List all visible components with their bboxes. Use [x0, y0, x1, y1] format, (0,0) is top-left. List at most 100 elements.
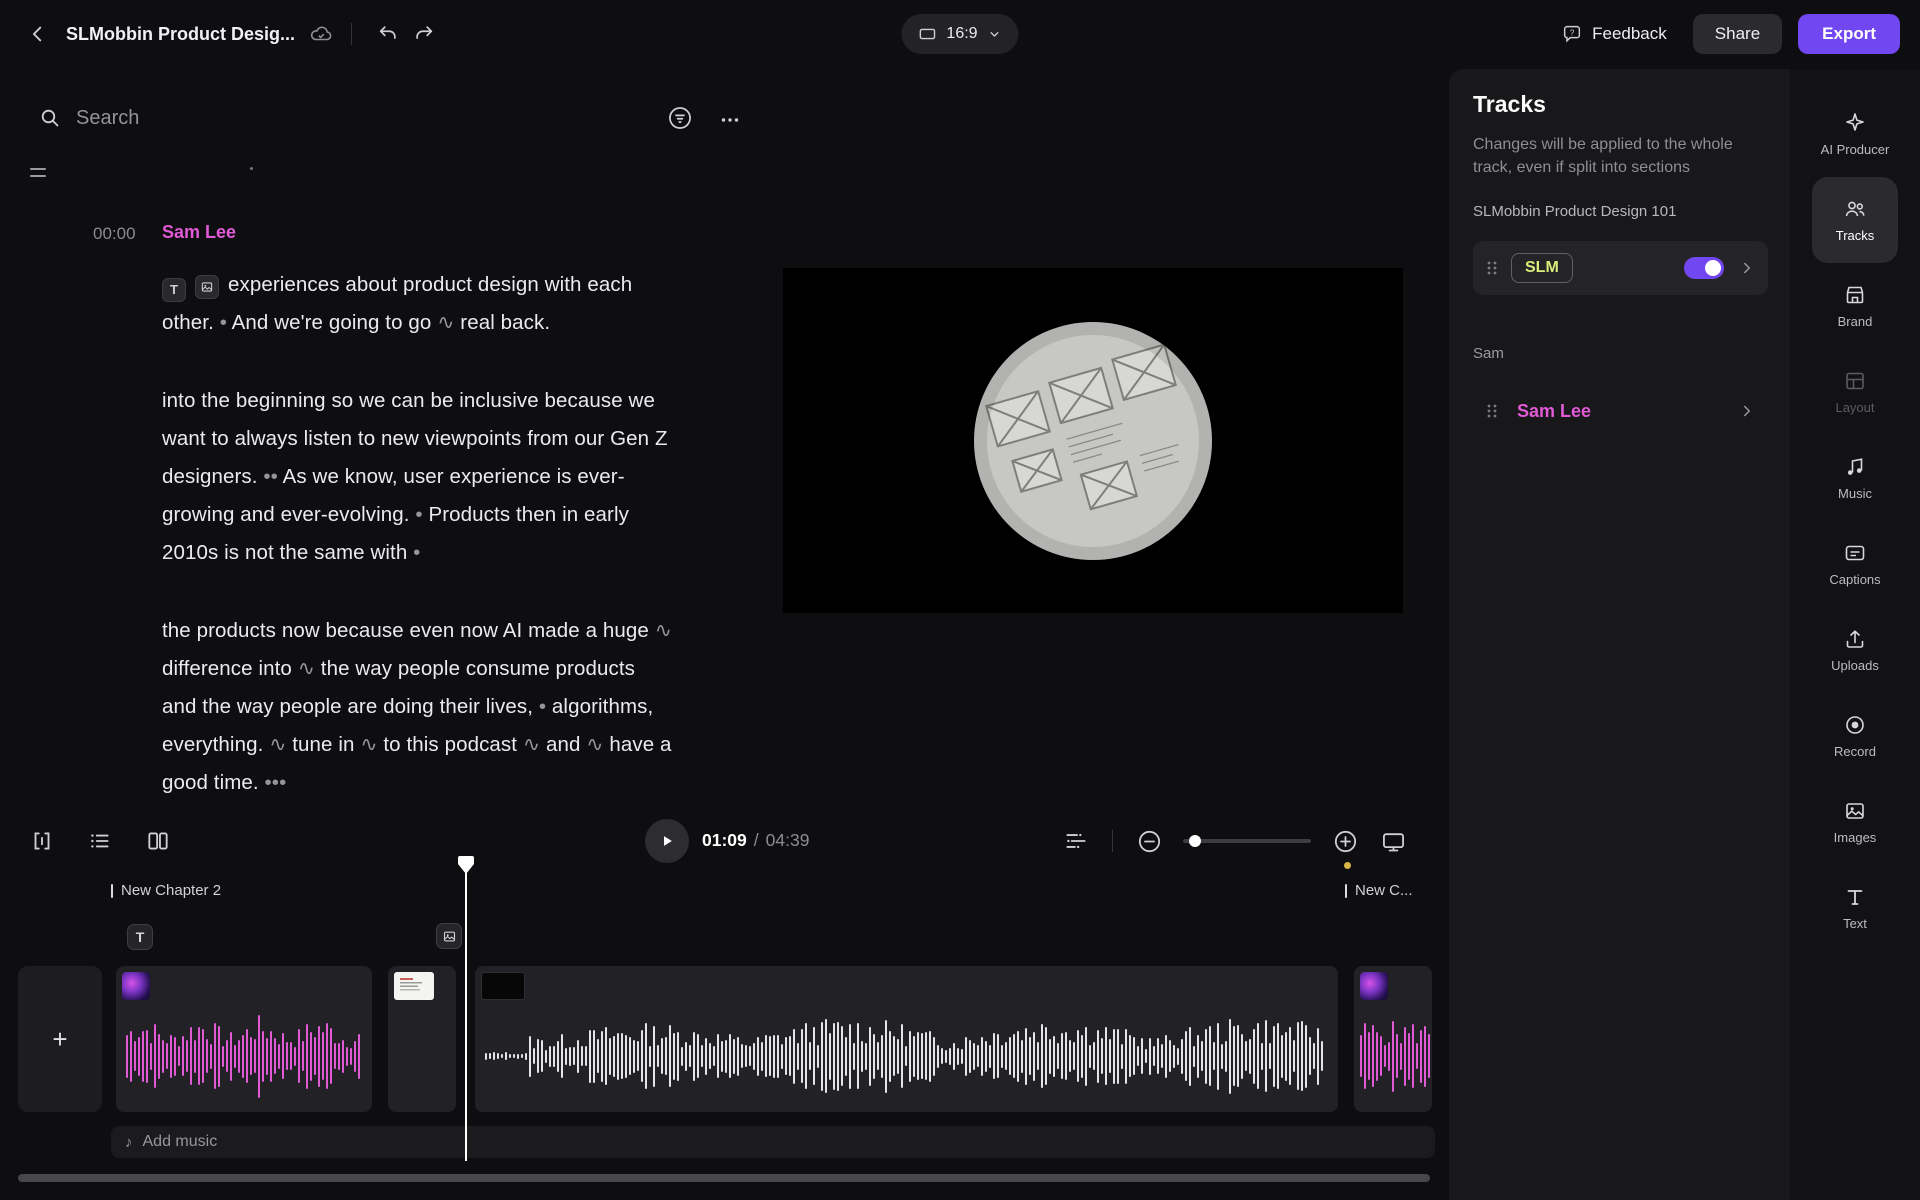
- waveform-magenta: [126, 1014, 362, 1098]
- waveform-light: [485, 1014, 1328, 1098]
- transcript-editor[interactable]: 00:00 Sam Lee Texperiences about product…: [162, 222, 674, 842]
- preview-fullscreen-button[interactable]: [1379, 827, 1407, 855]
- brand-icon: [1843, 283, 1867, 307]
- timeline-clip-main[interactable]: [475, 966, 1338, 1112]
- top-right-actions: ? Feedback Share Export: [1551, 14, 1900, 54]
- sidebar-item-music[interactable]: Music: [1812, 435, 1898, 521]
- track-group-label: SLMobbin Product Design 101: [1473, 203, 1676, 220]
- redo-button[interactable]: [406, 16, 442, 52]
- image-overlay-chip[interactable]: [436, 923, 462, 949]
- sidebar-item-label: Uploads: [1831, 658, 1879, 673]
- timeline-clip-slide[interactable]: [388, 966, 456, 1112]
- track-layers-button[interactable]: [1062, 827, 1090, 855]
- text-overlay-chip[interactable]: T: [127, 924, 153, 950]
- text-card-icon[interactable]: T: [162, 278, 186, 302]
- sidebar-item-uploads[interactable]: Uploads: [1812, 607, 1898, 693]
- people-icon: [1843, 197, 1867, 221]
- sidebar-item-label: Brand: [1838, 314, 1873, 329]
- clip-thumbnail: [394, 972, 434, 1000]
- back-button[interactable]: [20, 16, 56, 52]
- sidebar-item-images[interactable]: Images: [1812, 779, 1898, 865]
- top-bar: SLMobbin Product Desig... 16:9 ? Feedbac…: [0, 0, 1920, 68]
- clip-list-button[interactable]: [86, 827, 114, 855]
- paragraph-handle-icon[interactable]: [30, 168, 46, 182]
- text-icon: [1843, 885, 1867, 909]
- video-preview[interactable]: [783, 268, 1403, 613]
- chapter-marker-right[interactable]: New C...: [1345, 882, 1430, 899]
- sidebar-item-label: Text: [1843, 916, 1867, 931]
- undo-button[interactable]: [370, 16, 406, 52]
- timeline-clip-outro[interactable]: [1354, 966, 1432, 1112]
- chapter-marker-left[interactable]: New Chapter 2: [111, 882, 221, 899]
- waveform-magenta: [1360, 1014, 1432, 1098]
- track-enabled-toggle[interactable]: [1684, 257, 1724, 279]
- feedback-button[interactable]: ? Feedback: [1551, 14, 1677, 54]
- drag-handle-icon[interactable]: [1485, 403, 1499, 419]
- aspect-ratio-selector[interactable]: 16:9: [901, 14, 1018, 54]
- transcript-paragraphs: Texperiences about product design with e…: [162, 266, 674, 802]
- chapter-tick: [1345, 884, 1347, 898]
- time-separator: /: [754, 830, 759, 850]
- filter-icon[interactable]: [666, 104, 694, 132]
- sidebar-item-captions[interactable]: Captions: [1812, 521, 1898, 607]
- sidebar-item-brand[interactable]: Brand: [1812, 263, 1898, 349]
- speaker-name[interactable]: Sam Lee: [162, 222, 236, 242]
- track-row-sam-lee[interactable]: Sam Lee: [1473, 389, 1768, 433]
- transcript-paragraph[interactable]: the products now because even now AI mad…: [162, 612, 674, 802]
- sidebar-item-label: Record: [1834, 744, 1876, 759]
- plus-circle-icon: [1332, 828, 1359, 855]
- track-row-slm[interactable]: SLM: [1473, 241, 1768, 295]
- redo-icon: [413, 23, 435, 45]
- zoom-out-button[interactable]: [1135, 827, 1163, 855]
- music-icon: [1843, 455, 1867, 479]
- chevron-left-icon: [27, 23, 49, 45]
- clip-thumbnail: [122, 972, 150, 1000]
- more-options-icon[interactable]: [718, 108, 742, 132]
- export-button[interactable]: Export: [1798, 14, 1900, 54]
- playhead[interactable]: [458, 856, 474, 879]
- horizontal-scrollbar[interactable]: [18, 1174, 1430, 1182]
- transcript-paragraph[interactable]: Texperiences about product design with e…: [162, 266, 674, 342]
- chapter-tick: [111, 884, 113, 898]
- share-button[interactable]: Share: [1693, 14, 1782, 54]
- timeline-clip-intro[interactable]: [116, 966, 372, 1112]
- transcript-paragraph[interactable]: into the beginning so we can be inclusiv…: [162, 382, 674, 572]
- search-input[interactable]: Search: [76, 107, 636, 130]
- split-clip-button[interactable]: [144, 827, 172, 855]
- speaker-track-name[interactable]: Sam Lee: [1517, 401, 1591, 422]
- play-button[interactable]: [645, 819, 689, 863]
- sidebar-item-label: Tracks: [1836, 228, 1875, 243]
- minus-circle-icon: [1136, 828, 1163, 855]
- drag-handle-icon[interactable]: [1485, 260, 1499, 276]
- chevron-right-icon[interactable]: [1738, 259, 1756, 277]
- trim-selection-button[interactable]: [28, 827, 56, 855]
- chapter-label: New C...: [1355, 882, 1413, 899]
- svg-text:?: ?: [1570, 28, 1575, 37]
- sidebar-item-label: AI Producer: [1821, 142, 1890, 157]
- total-duration: 04:39: [766, 830, 810, 850]
- add-clip-button[interactable]: +: [18, 966, 102, 1112]
- sidebar-item-ai-producer[interactable]: AI Producer: [1812, 91, 1898, 177]
- timeline-zoom-slider[interactable]: [1183, 839, 1311, 843]
- chevron-down-icon: [987, 26, 1003, 42]
- playhead-marker: [458, 856, 474, 874]
- search-icon: [38, 106, 62, 130]
- add-music-label: Add music: [143, 1133, 218, 1151]
- search-bar: Search: [38, 106, 636, 130]
- aspect-ratio-value: 16:9: [946, 25, 977, 43]
- sidebar-item-record[interactable]: Record: [1812, 693, 1898, 779]
- timeline-tools-right: [1062, 827, 1407, 855]
- zoom-slider-knob[interactable]: [1189, 835, 1201, 847]
- sidebar-item-text[interactable]: Text: [1812, 865, 1898, 951]
- chevron-right-icon[interactable]: [1738, 402, 1756, 420]
- project-title[interactable]: SLMobbin Product Desig...: [66, 24, 295, 45]
- playback-time: 01:09/04:39: [702, 830, 809, 851]
- comment-indicator-dot[interactable]: [1344, 862, 1351, 869]
- images-icon: [1843, 799, 1867, 823]
- track-badge[interactable]: SLM: [1511, 253, 1573, 283]
- music-note-icon: ♪: [125, 1134, 133, 1151]
- add-music-row[interactable]: ♪ Add music: [111, 1126, 1435, 1158]
- zoom-in-button[interactable]: [1331, 827, 1359, 855]
- sidebar-item-tracks[interactable]: Tracks: [1812, 177, 1898, 263]
- image-card-icon[interactable]: [195, 275, 219, 299]
